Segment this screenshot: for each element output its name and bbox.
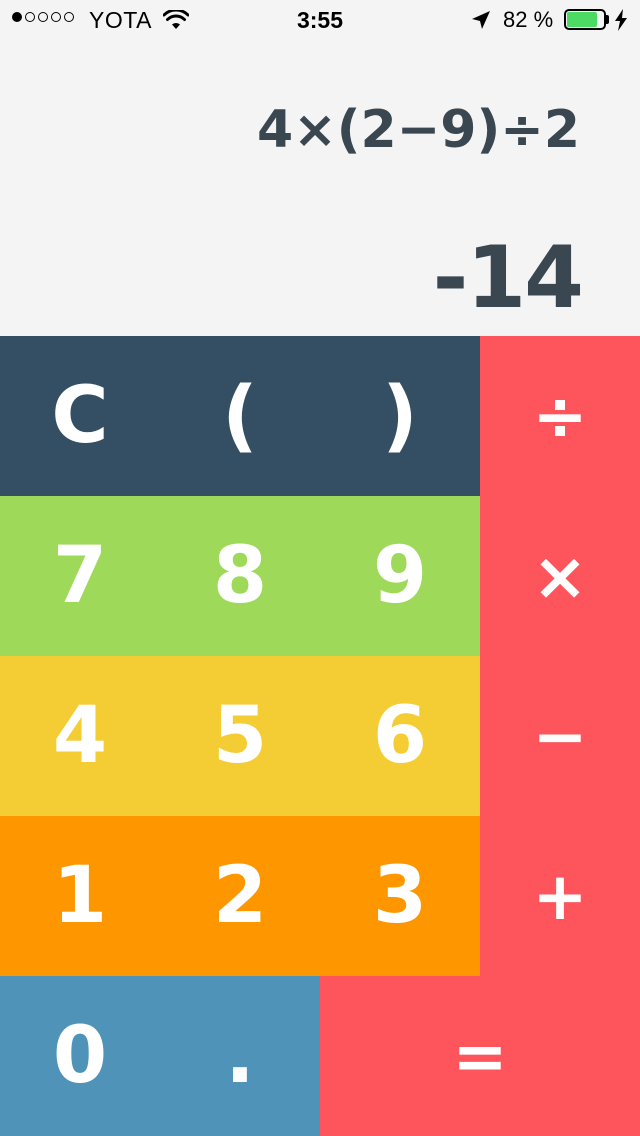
digit-8-button[interactable]: 8	[160, 496, 320, 656]
divide-button[interactable]: ÷	[480, 336, 640, 496]
expression-display: 4×(2−9)÷2	[257, 100, 580, 160]
decimal-button[interactable]: .	[160, 976, 320, 1136]
digit-5-button[interactable]: 5	[160, 656, 320, 816]
status-bar: YOTA 3:55 82 %	[0, 0, 640, 40]
result-display: -14	[432, 228, 584, 328]
location-arrow-icon	[472, 11, 490, 29]
digit-9-button[interactable]: 9	[320, 496, 480, 656]
add-button[interactable]: +	[480, 816, 640, 976]
digit-4-button[interactable]: 4	[0, 656, 160, 816]
subtract-button[interactable]: −	[480, 656, 640, 816]
digit-2-button[interactable]: 2	[160, 816, 320, 976]
equals-button[interactable]: =	[320, 976, 640, 1136]
multiply-button[interactable]: ×	[480, 496, 640, 656]
close-paren-button[interactable]: )	[320, 336, 480, 496]
digit-7-button[interactable]: 7	[0, 496, 160, 656]
digit-3-button[interactable]: 3	[320, 816, 480, 976]
battery-nub	[606, 15, 609, 24]
battery-percentage: 82 %	[503, 7, 554, 32]
digit-1-button[interactable]: 1	[0, 816, 160, 976]
battery-icon	[564, 9, 610, 30]
digit-0-button[interactable]: 0	[0, 976, 160, 1136]
charging-bolt-icon	[615, 9, 627, 31]
clear-button[interactable]: C	[0, 336, 160, 496]
open-paren-button[interactable]: (	[160, 336, 320, 496]
digit-6-button[interactable]: 6	[320, 656, 480, 816]
battery-fill	[567, 12, 597, 27]
